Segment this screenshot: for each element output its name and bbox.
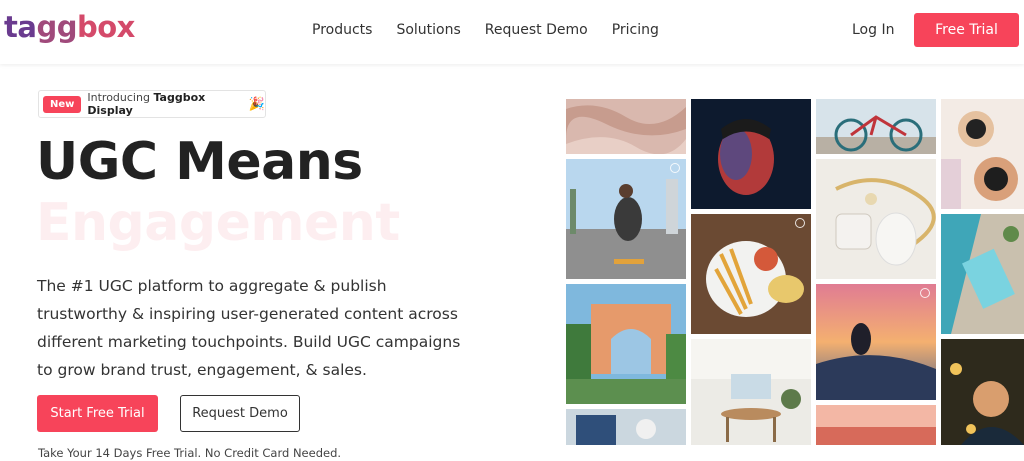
pinterest-icon xyxy=(795,218,805,228)
drinks-table-photo xyxy=(566,409,686,445)
hero-headline: UGC Means xyxy=(36,132,363,192)
site-header: taggbox Products Solutions Request Demo … xyxy=(0,0,1024,64)
badge-text: Introducing Taggbox Display xyxy=(87,91,206,117)
sunset-sea-photo xyxy=(816,405,936,445)
skateboarder-city-photo xyxy=(566,159,686,279)
dining-room-photo xyxy=(691,339,811,445)
start-free-trial-button[interactable]: Start Free Trial xyxy=(37,395,158,432)
bicycle-photo xyxy=(816,99,936,154)
pinterest-icon-2 xyxy=(920,288,930,298)
resort-building-photo xyxy=(566,284,686,404)
instagram-icon xyxy=(670,163,680,173)
login-link[interactable]: Log In xyxy=(852,22,894,38)
aerial-pool-photo xyxy=(941,214,1024,334)
makeup-photo xyxy=(941,99,1024,209)
nav-solutions[interactable]: Solutions xyxy=(396,22,460,38)
taggbox-logo[interactable]: taggbox xyxy=(4,10,135,44)
skatepark-sunset-photo xyxy=(816,284,936,400)
fries-food-photo xyxy=(691,214,811,334)
new-badge: New xyxy=(43,95,82,113)
party-popper-icon: 🎉 xyxy=(248,96,265,112)
fabric-photo xyxy=(566,99,686,154)
announcement-badge[interactable]: New Introducing Taggbox Display 🎉 xyxy=(38,90,266,118)
nav-products[interactable]: Products xyxy=(312,22,372,38)
child-photo xyxy=(941,339,1024,445)
portrait-red-light-photo xyxy=(691,99,811,209)
nav-pricing[interactable]: Pricing xyxy=(612,22,659,38)
free-trial-button[interactable]: Free Trial xyxy=(914,13,1019,47)
main-nav: Products Solutions Request Demo Pricing xyxy=(312,22,659,38)
hero-description: The #1 UGC platform to aggregate & publi… xyxy=(37,277,461,379)
trial-note: Take Your 14 Days Free Trial. No Credit … xyxy=(38,446,342,460)
request-demo-button[interactable]: Request Demo xyxy=(180,395,300,432)
nav-request-demo[interactable]: Request Demo xyxy=(485,22,588,38)
jewelry-photo xyxy=(816,159,936,279)
hero-headline-animated: Engagement xyxy=(36,193,400,253)
